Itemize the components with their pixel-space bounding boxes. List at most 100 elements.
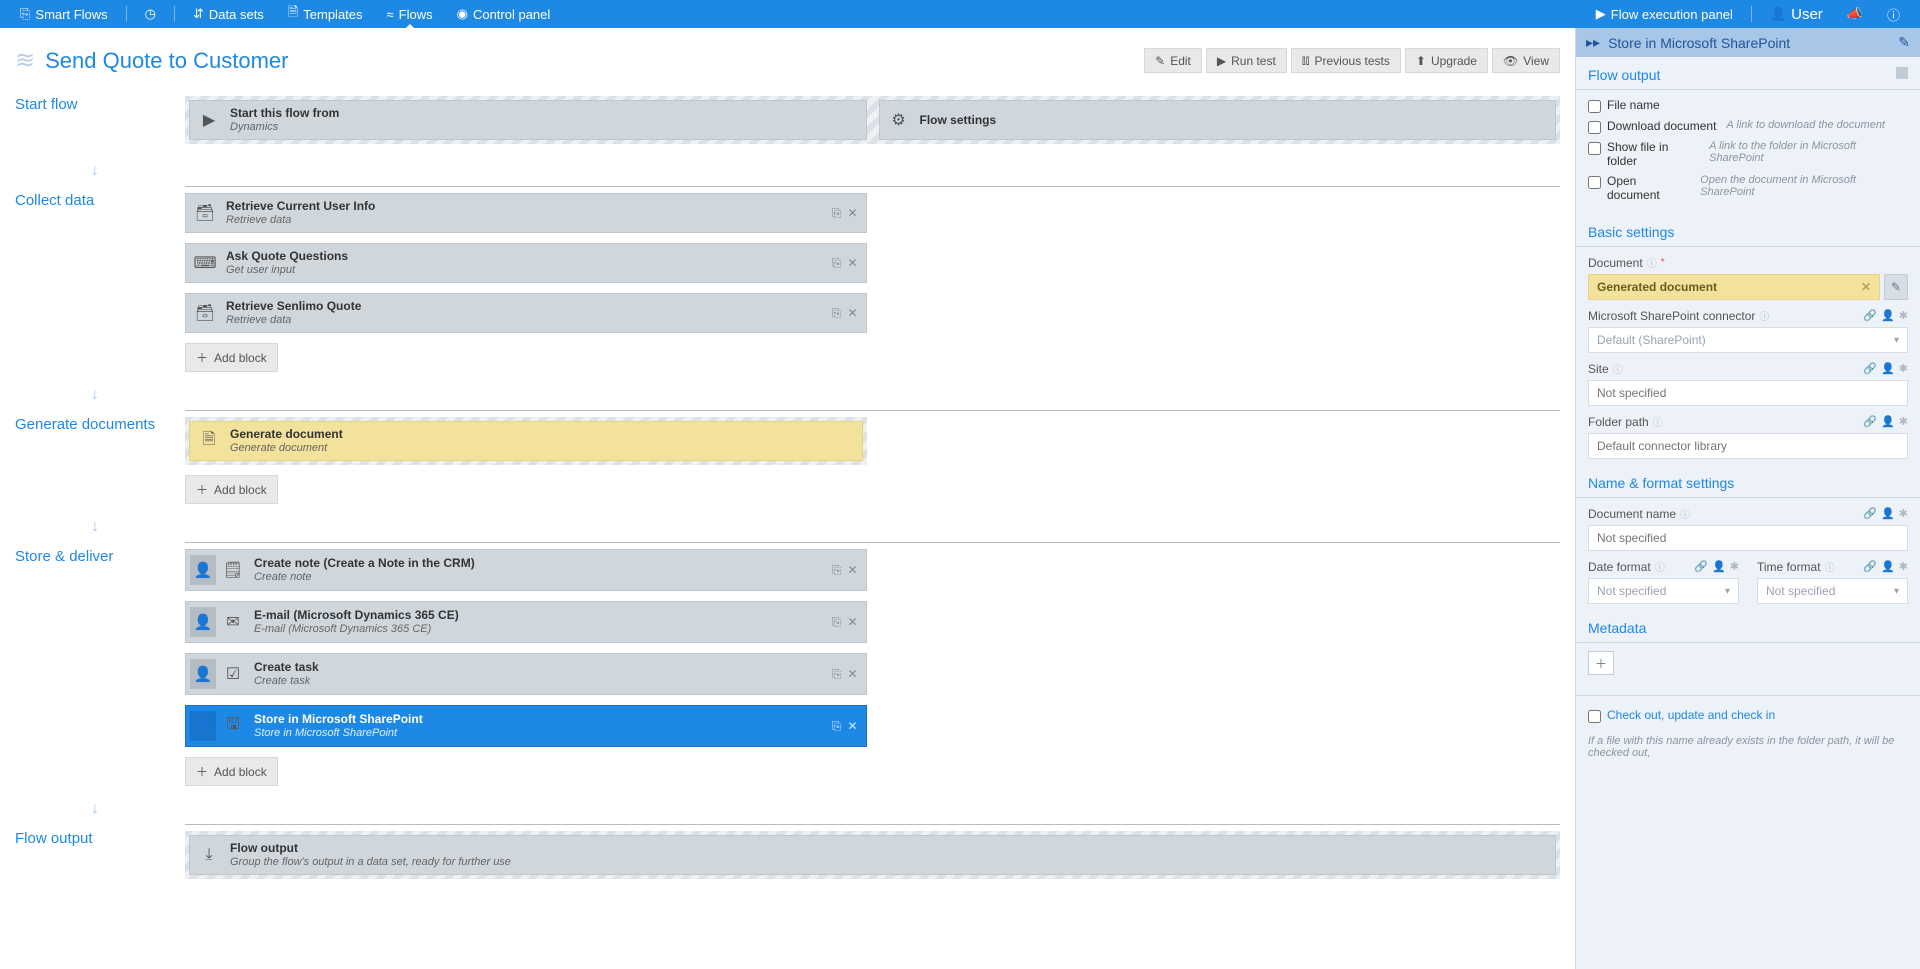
user-icon[interactable]: 👤: [1881, 362, 1895, 375]
info-icon[interactable]: ⓘ: [1655, 559, 1665, 574]
upgrade-button[interactable]: ⬆Upgrade: [1405, 48, 1488, 73]
dateformat-select[interactable]: Not specified▾: [1588, 578, 1739, 604]
copy-icon[interactable]: ⎘: [832, 615, 842, 630]
flow-execution-panel-button[interactable]: ▶ Flow execution panel: [1586, 0, 1743, 28]
generate-wrap: 🗎 Generate documentGenerate document: [185, 417, 867, 465]
info-icon[interactable]: ⓘ: [1613, 361, 1623, 376]
folder-input[interactable]: [1588, 433, 1908, 459]
add-metadata-button[interactable]: ＋: [1588, 651, 1614, 675]
block-ask-questions[interactable]: ⌨ Ask Quote QuestionsGet user input ⎘✕: [185, 243, 867, 283]
database-icon: 🗃: [194, 302, 216, 324]
gear-icon[interactable]: ✱: [1899, 362, 1908, 375]
close-icon[interactable]: ✕: [847, 667, 857, 682]
user-icon[interactable]: 👤: [1881, 415, 1895, 428]
nav-datasets[interactable]: ⇵ Data sets: [183, 0, 274, 28]
gear-icon[interactable]: ✱: [1899, 415, 1908, 428]
block-email[interactable]: 👤 ✉ E-mail (Microsoft Dynamics 365 CE)E-…: [185, 601, 867, 643]
docname-input[interactable]: [1588, 525, 1908, 551]
block-create-note[interactable]: 👤 🗒 Create note (Create a Note in the CR…: [185, 549, 867, 591]
gear-icon[interactable]: ✱: [1899, 560, 1908, 573]
close-icon[interactable]: ✕: [847, 306, 857, 321]
block-store-sharepoint[interactable]: 👤 🖫 Store in Microsoft SharePointStore i…: [185, 705, 867, 747]
previous-tests-button[interactable]: ⫾⫾Previous tests: [1291, 48, 1401, 73]
block-retrieve-quote[interactable]: 🗃 Retrieve Senlimo QuoteRetrieve data ⎘✕: [185, 293, 867, 333]
check-file-name[interactable]: File name: [1588, 98, 1908, 113]
collapse-icon[interactable]: ▸▸: [1586, 34, 1600, 51]
topbar: ⎘ Smart Flows ◷ ⇵ Data sets 🗎 Templates …: [0, 0, 1920, 28]
info-badge-icon[interactable]: [1896, 67, 1908, 79]
connector-select[interactable]: Default (SharePoint)▾: [1588, 327, 1908, 353]
block-flow-settings[interactable]: ⚙ Flow settings: [879, 100, 1557, 140]
info-icon[interactable]: ⓘ: [1647, 255, 1657, 270]
site-input[interactable]: [1588, 380, 1908, 406]
edit-button[interactable]: ✎Edit: [1144, 48, 1202, 73]
view-button[interactable]: 👁View: [1492, 48, 1560, 73]
info-icon[interactable]: ⓘ: [1680, 506, 1690, 521]
user-icon[interactable]: 👤: [1881, 560, 1895, 573]
link-icon[interactable]: 🔗: [1863, 362, 1877, 375]
block-flow-output[interactable]: ⤓ Flow outputGroup the flow's output in …: [189, 835, 1556, 875]
add-block-button[interactable]: ＋Add block: [185, 475, 278, 504]
add-block-button[interactable]: ＋Add block: [185, 757, 278, 786]
check-open-doc[interactable]: Open documentOpen the document in Micros…: [1588, 174, 1908, 202]
help-button[interactable]: ⓘ: [1877, 0, 1910, 28]
link-icon[interactable]: 🔗: [1694, 560, 1708, 573]
info-icon[interactable]: ⓘ: [1653, 414, 1663, 429]
close-icon[interactable]: ✕: [847, 256, 857, 271]
user-icon[interactable]: 👤: [1881, 507, 1895, 520]
block-retrieve-user-info[interactable]: 🗃 Retrieve Current User InfoRetrieve dat…: [185, 193, 867, 233]
label-dateformat: Date formatⓘ 🔗👤✱: [1588, 559, 1739, 574]
check-download[interactable]: Download documentA link to download the …: [1588, 119, 1908, 134]
copy-icon[interactable]: ⎘: [832, 206, 842, 221]
section-name-format: Name & format settings: [1576, 465, 1920, 498]
edit-icon[interactable]: ✎: [1898, 34, 1910, 51]
user-icon[interactable]: 👤: [1881, 309, 1895, 322]
copy-icon[interactable]: ⎘: [832, 563, 842, 578]
link-icon[interactable]: 🔗: [1863, 309, 1877, 322]
user-block-icon: 👤: [190, 659, 216, 689]
gear-icon[interactable]: ✱: [1730, 560, 1739, 573]
label-folder: Folder pathⓘ 🔗👤✱: [1588, 414, 1908, 429]
gear-icon[interactable]: ✱: [1899, 309, 1908, 322]
copy-icon[interactable]: ⎘: [832, 719, 842, 734]
copy-icon[interactable]: ⎘: [832, 667, 842, 682]
copy-icon[interactable]: ⎘: [832, 306, 842, 321]
history-button[interactable]: ◷: [135, 0, 166, 28]
nav-flows[interactable]: ≈ Flows: [377, 0, 443, 28]
copy-icon[interactable]: ⎘: [832, 256, 842, 271]
link-icon[interactable]: 🔗: [1863, 415, 1877, 428]
edit-document-button[interactable]: ✎: [1884, 274, 1908, 300]
user-icon[interactable]: 👤: [1712, 560, 1726, 573]
close-icon[interactable]: ✕: [847, 206, 857, 221]
arrow-down-icon: ↓: [15, 794, 175, 824]
add-block-button[interactable]: ＋Add block: [185, 343, 278, 372]
check-icon: ☑: [222, 663, 244, 685]
info-icon[interactable]: ⓘ: [1759, 308, 1769, 323]
brand[interactable]: ⎘ Smart Flows: [10, 0, 118, 28]
document-chip[interactable]: Generated document✕: [1588, 274, 1880, 300]
chevron-down-icon: ▾: [1894, 335, 1899, 346]
run-test-button[interactable]: ▶Run test: [1206, 48, 1287, 73]
remove-icon[interactable]: ✕: [1861, 280, 1871, 294]
label-docname: Document nameⓘ 🔗👤✱: [1588, 506, 1908, 521]
block-generate-document[interactable]: 🗎 Generate documentGenerate document: [189, 421, 863, 461]
link-icon[interactable]: 🔗: [1863, 560, 1877, 573]
info-icon[interactable]: ⓘ: [1825, 559, 1835, 574]
user-menu[interactable]: 👤 User: [1760, 0, 1833, 28]
nav-templates[interactable]: 🗎 Templates: [278, 0, 373, 28]
close-icon[interactable]: ✕: [847, 563, 857, 578]
block-create-task[interactable]: 👤 ☑ Create taskCreate task ⎘✕: [185, 653, 867, 695]
check-show-file[interactable]: Show file in folderA link to the folder …: [1588, 140, 1908, 168]
announcements-button[interactable]: 📣: [1837, 0, 1873, 28]
timeformat-select[interactable]: Not specified▾: [1757, 578, 1908, 604]
close-icon[interactable]: ✕: [847, 615, 857, 630]
gear-icon[interactable]: ✱: [1899, 507, 1908, 520]
file-icon: 🗎: [288, 3, 298, 25]
section-output: Flow output: [15, 824, 175, 891]
close-icon[interactable]: ✕: [847, 719, 857, 734]
brand-icon: ⎘: [20, 6, 30, 22]
block-start-from[interactable]: ▶ Start this flow fromDynamics: [189, 100, 867, 140]
link-icon[interactable]: 🔗: [1863, 507, 1877, 520]
nav-control-panel[interactable]: ◉ Control panel: [447, 0, 561, 28]
check-checkout[interactable]: Check out, update and check in: [1588, 708, 1908, 723]
